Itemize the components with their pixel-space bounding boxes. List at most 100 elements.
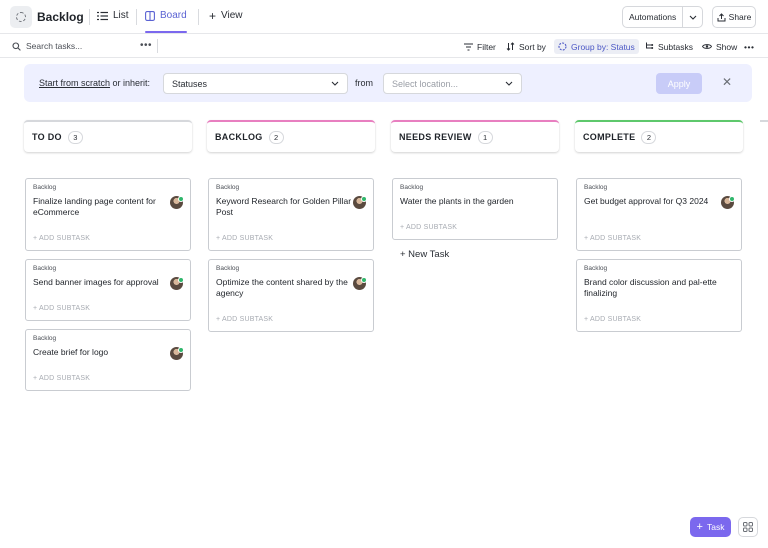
task-card[interactable]: Backlog Optimize the content shared by t… <box>208 259 374 332</box>
start-from-scratch-link[interactable]: Start from scratch <box>39 78 110 88</box>
statuses-value: Statuses <box>172 78 208 89</box>
add-task-button[interactable]: + Task <box>690 517 731 537</box>
share-label: Share <box>728 12 752 22</box>
column-header-backlog[interactable]: BACKLOG 2 <box>207 120 375 152</box>
search-input[interactable]: Search tasks... <box>12 41 82 51</box>
tab-board[interactable]: Board <box>145 10 187 21</box>
page-title: Backlog <box>37 10 84 24</box>
automations-label: Automations <box>629 12 677 22</box>
card-title[interactable]: Get budget approval for Q3 2024 <box>584 196 720 207</box>
banner-lead-rest: or inherit: <box>110 78 151 88</box>
plus-icon: + <box>209 8 217 23</box>
column-header-todo[interactable]: TO DO 3 <box>24 120 192 152</box>
card-list-name: Backlog <box>216 265 240 272</box>
group-label: Group by: Status <box>571 41 635 52</box>
plus-icon: + <box>696 520 703 533</box>
task-card[interactable]: Backlog Keyword Research for Golden Pill… <box>208 178 374 251</box>
chevron-down-icon[interactable] <box>682 7 702 27</box>
location-select[interactable]: Select location... <box>383 73 522 94</box>
assignee-avatar[interactable] <box>170 196 184 209</box>
more-icon[interactable]: ••• <box>744 40 754 53</box>
filter-label: Filter <box>477 41 496 52</box>
card-title[interactable]: Optimize the content shared by the agenc… <box>216 277 352 299</box>
card-title[interactable]: Water the plants in the garden <box>400 196 536 207</box>
add-view-button[interactable]: + View <box>209 8 243 23</box>
list-icon <box>97 11 108 20</box>
task-card[interactable]: Backlog Get budget approval for Q3 2024 … <box>576 178 742 251</box>
group-by-button[interactable]: Group by: Status <box>554 39 639 54</box>
column-name: TO DO <box>32 132 62 142</box>
inherit-statuses-banner: Start from scratch or inherit: Statuses … <box>24 64 752 102</box>
new-task-button[interactable]: + New Task <box>400 249 449 260</box>
column-header-needs-review[interactable]: NEEDS REVIEW 1 <box>391 120 559 152</box>
add-subtask-button[interactable]: + ADD SUBTASK <box>216 316 273 323</box>
search-icon <box>12 41 21 51</box>
filter-button[interactable]: Filter <box>464 40 496 53</box>
add-subtask-button[interactable]: + ADD SUBTASK <box>584 316 641 323</box>
add-task-label: Task <box>706 522 725 532</box>
tab-list-label: List <box>113 10 129 21</box>
sort-button[interactable]: Sort by <box>506 40 546 53</box>
location-placeholder: Select location... <box>392 78 459 89</box>
more-options-icon[interactable]: ••• <box>140 40 152 51</box>
add-subtask-button[interactable]: + ADD SUBTASK <box>33 235 90 242</box>
card-list-name: Backlog <box>216 184 240 191</box>
add-subtask-button[interactable]: + ADD SUBTASK <box>216 235 273 242</box>
board-icon <box>145 10 155 21</box>
card-list-name: Backlog <box>33 265 57 272</box>
active-tab-indicator <box>145 31 187 33</box>
card-title[interactable]: Brand color discussion and pal-ette fina… <box>584 277 720 299</box>
tab-list[interactable]: List <box>97 10 129 21</box>
assignee-avatar[interactable] <box>170 347 184 360</box>
add-subtask-button[interactable]: + ADD SUBTASK <box>584 235 641 242</box>
add-subtask-button[interactable]: + ADD SUBTASK <box>400 224 457 231</box>
assignee-avatar[interactable] <box>353 277 367 290</box>
statuses-select[interactable]: Statuses <box>163 73 348 94</box>
column-name: NEEDS REVIEW <box>399 132 472 142</box>
card-title[interactable]: Keyword Research for Golden Pillar Post <box>216 196 352 218</box>
chevron-down-icon <box>331 81 339 86</box>
add-subtask-button[interactable]: + ADD SUBTASK <box>33 305 90 312</box>
search-placeholder: Search tasks... <box>26 41 83 51</box>
list-status-icon[interactable] <box>10 6 32 28</box>
show-button[interactable]: Show <box>702 40 737 53</box>
subtasks-icon <box>646 42 654 49</box>
apps-icon[interactable] <box>738 517 758 537</box>
task-card[interactable]: Backlog Send banner images for approval … <box>25 259 191 321</box>
chevron-down-icon <box>505 81 513 86</box>
subtasks-label: Subtasks <box>658 41 693 52</box>
apply-button[interactable]: Apply <box>656 73 702 94</box>
banner-lead: Start from scratch or inherit: <box>39 78 150 88</box>
assignee-avatar[interactable] <box>170 277 184 290</box>
column-header-complete[interactable]: COMPLETE 2 <box>575 120 743 152</box>
column-count: 2 <box>268 130 284 144</box>
column-name: COMPLETE <box>583 132 636 142</box>
show-label: Show <box>716 41 738 52</box>
card-list-name: Backlog <box>33 184 57 191</box>
view-label: View <box>221 10 243 21</box>
close-icon[interactable]: ✕ <box>722 75 732 89</box>
task-card[interactable]: Backlog Water the plants in the garden +… <box>392 178 558 240</box>
add-subtask-button[interactable]: + ADD SUBTASK <box>33 375 90 382</box>
divider <box>136 9 137 25</box>
card-title[interactable]: Finalize landing page content for eComme… <box>33 196 169 218</box>
column-count: 2 <box>641 130 657 144</box>
subtasks-button[interactable]: Subtasks <box>645 40 693 53</box>
automations-button[interactable]: Automations <box>622 6 704 28</box>
task-card[interactable]: Backlog Create brief for logo + ADD SUBT… <box>25 329 191 391</box>
assignee-avatar[interactable] <box>353 196 367 209</box>
eye-icon <box>702 44 712 49</box>
card-title[interactable]: Create brief for logo <box>33 347 169 358</box>
card-list-name: Backlog <box>584 265 608 272</box>
column-count: 3 <box>67 130 83 144</box>
assignee-avatar[interactable] <box>721 196 735 209</box>
share-button[interactable]: Share <box>712 6 756 28</box>
task-card[interactable]: Backlog Brand color discussion and pal-e… <box>576 259 742 332</box>
card-title[interactable]: Send banner images for approval <box>33 277 169 288</box>
toolbar: Search tasks... ••• Filter Sort by Group… <box>0 34 768 58</box>
sort-icon <box>506 42 515 51</box>
divider <box>157 39 158 53</box>
task-card[interactable]: Backlog Finalize landing page content fo… <box>25 178 191 251</box>
from-label: from <box>355 78 373 88</box>
share-icon <box>717 12 726 21</box>
